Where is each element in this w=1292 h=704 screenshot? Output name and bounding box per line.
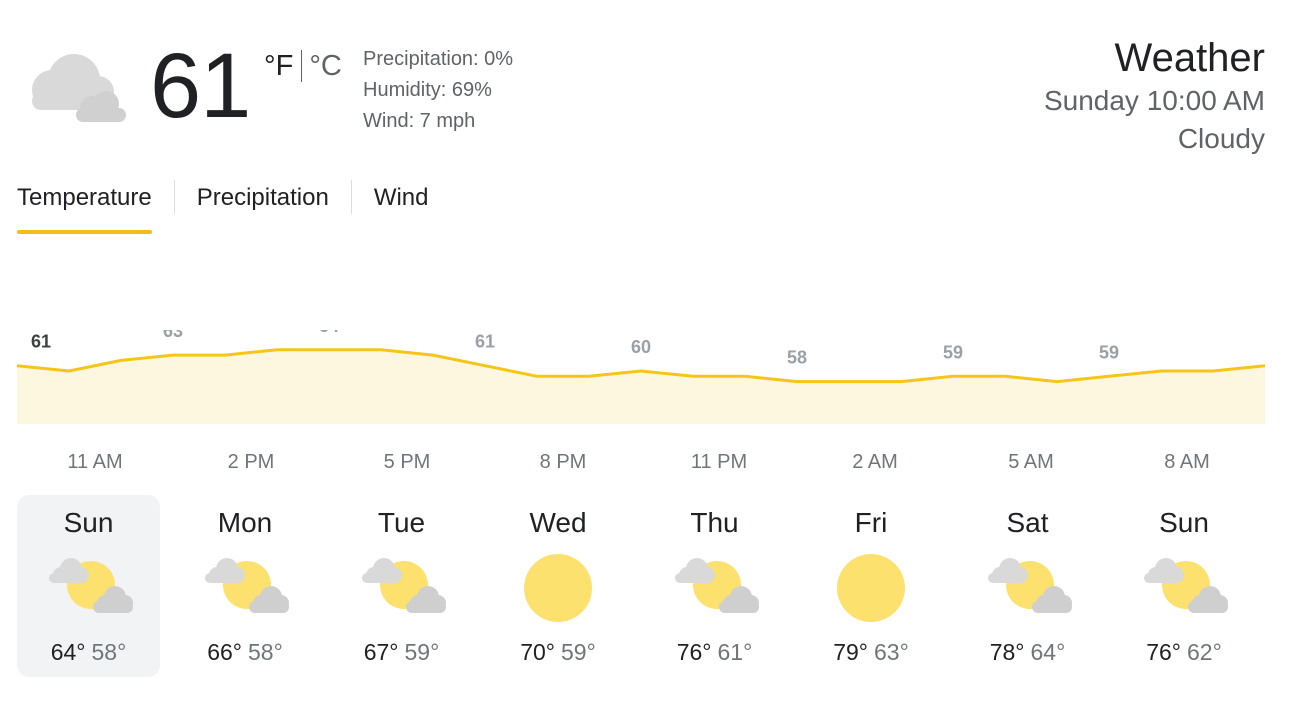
sunny-icon bbox=[512, 553, 604, 623]
tab-bar: Temperature Precipitation Wind bbox=[17, 178, 429, 234]
humidity-detail: Humidity: 69% bbox=[363, 79, 492, 101]
forecast-high: 78° bbox=[989, 639, 1025, 665]
chart-x-tick-label: 8 AM bbox=[1164, 451, 1210, 473]
forecast-low: 64° bbox=[1030, 639, 1066, 665]
forecast-day-name: Sun bbox=[63, 507, 114, 538]
forecast-high: 76° bbox=[676, 639, 712, 665]
tab-temperature[interactable]: Temperature bbox=[17, 178, 152, 234]
forecast-low: 62° bbox=[1187, 639, 1222, 665]
forecast-day-name: Fri bbox=[854, 507, 888, 538]
chart-data-label: 58 bbox=[787, 348, 807, 368]
datetime: Sunday 10:00 AM bbox=[1043, 85, 1265, 116]
condition: Cloudy bbox=[1177, 123, 1265, 154]
forecast-temps: 76° 61° bbox=[643, 637, 786, 667]
forecast-temps: 76° 62° bbox=[1113, 637, 1256, 667]
weather-header: Weather Sunday 10:00 AM Cloudy bbox=[1044, 34, 1265, 158]
partly-cloudy-icon bbox=[1138, 553, 1230, 623]
tab-precipitation[interactable]: Precipitation bbox=[197, 178, 329, 234]
chart-area bbox=[17, 349, 1265, 424]
tab-wind[interactable]: Wind bbox=[374, 178, 429, 234]
unit-fahrenheit[interactable]: °F bbox=[264, 48, 293, 84]
wind-detail: Wind: 7 mph bbox=[363, 110, 476, 132]
forecast-day-3[interactable]: Wed 70° 59° bbox=[487, 495, 630, 677]
current-temperature: 61 bbox=[150, 35, 251, 137]
tab-divider bbox=[173, 180, 175, 214]
chart-data-label: 63 bbox=[163, 330, 183, 341]
forecast-day-name: Sun bbox=[1159, 507, 1209, 538]
forecast-day-1[interactable]: Mon 66° 58° bbox=[174, 495, 317, 677]
chart-x-tick-label: 2 AM bbox=[852, 451, 898, 473]
forecast-temps: 79° 63° bbox=[800, 637, 943, 667]
unit-separator bbox=[301, 50, 303, 82]
forecast-temps: 64° 58° bbox=[17, 637, 160, 667]
forecast-day-0[interactable]: Sun 64° 58° bbox=[17, 495, 160, 677]
chart-data-label: 61 bbox=[31, 332, 51, 352]
forecast-day-name: Tue bbox=[377, 507, 426, 538]
chart-x-tick-label: 11 PM bbox=[691, 451, 747, 473]
chart-x-tick-label: 5 PM bbox=[384, 451, 431, 473]
chart-data-label: 59 bbox=[943, 342, 963, 362]
forecast-day-name: Thu bbox=[690, 507, 739, 538]
forecast-high: 67° bbox=[363, 639, 399, 665]
forecast-day-5[interactable]: Fri 79° 63° bbox=[800, 495, 943, 677]
forecast-day-name: Wed bbox=[529, 507, 587, 538]
forecast-temps: 66° 58° bbox=[174, 637, 317, 667]
forecast-day-2[interactable]: Tue 67° 59° bbox=[330, 495, 473, 677]
partly-cloudy-icon bbox=[669, 553, 761, 623]
forecast-low: 58° bbox=[248, 639, 283, 665]
chart-x-tick-label: 2 PM bbox=[228, 451, 275, 473]
forecast-low: 63° bbox=[874, 639, 909, 665]
page-title: Weather bbox=[1114, 36, 1265, 80]
chart-data-label: 59 bbox=[1099, 342, 1119, 362]
partly-cloudy-icon bbox=[982, 553, 1074, 623]
forecast-temps: 67° 59° bbox=[330, 637, 473, 667]
forecast-day-6[interactable]: Sat 78° 64° bbox=[956, 495, 1099, 677]
forecast-low: 59° bbox=[404, 639, 440, 665]
unit-celsius[interactable]: °C bbox=[309, 48, 342, 84]
tab-divider bbox=[350, 180, 352, 214]
precipitation-detail: Precipitation: 0% bbox=[363, 48, 514, 70]
forecast-day-4[interactable]: Thu 76° 61° bbox=[643, 495, 786, 677]
forecast-high: 66° bbox=[207, 639, 242, 665]
forecast-high: 79° bbox=[833, 639, 868, 665]
chart-data-label: 64 bbox=[319, 330, 339, 336]
forecast-day-name: Sat bbox=[1006, 507, 1049, 538]
cloudy-icon bbox=[22, 48, 128, 126]
forecast-day-7[interactable]: Sun 76° 62° bbox=[1113, 495, 1256, 677]
forecast-low: 59° bbox=[561, 639, 596, 665]
unit-toggle: °F °C bbox=[264, 48, 342, 84]
chart-x-tick-label: 8 PM bbox=[540, 451, 587, 473]
partly-cloudy-icon bbox=[199, 553, 291, 623]
partly-cloudy-icon bbox=[356, 553, 448, 623]
forecast-high: 64° bbox=[50, 639, 86, 665]
daily-forecast: Sun 64° 58° Mon 66° 58° Tue 67° 59° Wed 70° 59° Thu 7… bbox=[17, 495, 1267, 677]
forecast-high: 76° bbox=[1146, 639, 1181, 665]
weather-details: Precipitation: 0% Humidity: 69% Wind: 7 … bbox=[363, 44, 513, 137]
forecast-temps: 70° 59° bbox=[487, 637, 630, 667]
sunny-icon bbox=[825, 553, 917, 623]
forecast-day-name: Mon bbox=[217, 507, 273, 538]
forecast-low: 58° bbox=[91, 639, 127, 665]
chart-data-label: 60 bbox=[631, 337, 651, 357]
forecast-high: 70° bbox=[520, 639, 555, 665]
chart-x-tick-label: 11 AM bbox=[67, 451, 122, 473]
forecast-temps: 78° 64° bbox=[956, 637, 1099, 667]
temperature-chart: 61 63 64 61 60 58 59 59 11 AM 2 PM 5 PM 8 PM 11 PM 2 … bbox=[16, 330, 1266, 473]
chart-data-label: 61 bbox=[475, 332, 495, 352]
partly-cloudy-icon bbox=[43, 553, 135, 623]
forecast-low: 61° bbox=[717, 639, 753, 665]
chart-x-tick-label: 5 AM bbox=[1008, 451, 1054, 473]
